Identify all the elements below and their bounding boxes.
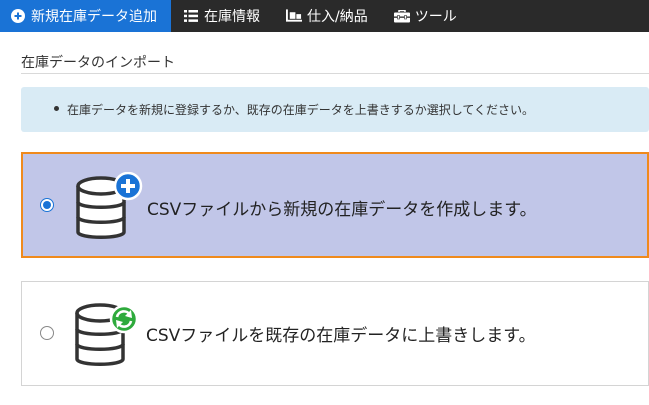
title-divider — [21, 73, 649, 74]
tab-label: 仕入/納品 — [307, 9, 368, 25]
tab-label: 在庫情報 — [204, 9, 260, 25]
truck-loading-icon — [286, 8, 302, 24]
info-alert: 在庫データを新規に登録するか、既存の在庫データを上書きするか選択してください。 — [21, 87, 649, 132]
database-plus-icon — [73, 171, 145, 244]
option-overwrite-existing[interactable]: CSVファイルを既存の在庫データに上書きします。 — [21, 281, 649, 386]
tab-purchase-delivery[interactable]: 仕入/納品 — [274, 0, 382, 32]
tab-new-inventory[interactable]: 新規在庫データ追加 — [0, 0, 171, 32]
option-label: CSVファイルから新規の在庫データを作成します。 — [147, 200, 537, 220]
top-nav: 新規在庫データ追加 在庫情報 仕入/納品 ツール — [0, 0, 649, 32]
database-refresh-icon — [72, 299, 144, 371]
option-create-new[interactable]: CSVファイルから新規の在庫データを作成します。 — [21, 152, 649, 258]
tab-label: ツール — [414, 9, 457, 25]
radio-overwrite-existing[interactable] — [40, 326, 54, 340]
tab-inventory-info[interactable]: 在庫情報 — [171, 0, 274, 32]
alert-message: 在庫データを新規に登録するか、既存の在庫データを上書きするか選択してください。 — [67, 103, 535, 117]
tab-tools[interactable]: ツール — [382, 0, 471, 32]
page-title: 在庫データのインポート — [21, 55, 175, 71]
toolbox-icon — [393, 8, 410, 24]
bullet-icon — [54, 106, 59, 111]
option-label: CSVファイルを既存の在庫データに上書きします。 — [146, 326, 536, 346]
radio-create-new[interactable] — [40, 198, 54, 212]
plus-circle-icon — [10, 8, 26, 24]
list-icon — [183, 8, 199, 24]
tab-label: 新規在庫データ追加 — [31, 9, 157, 25]
